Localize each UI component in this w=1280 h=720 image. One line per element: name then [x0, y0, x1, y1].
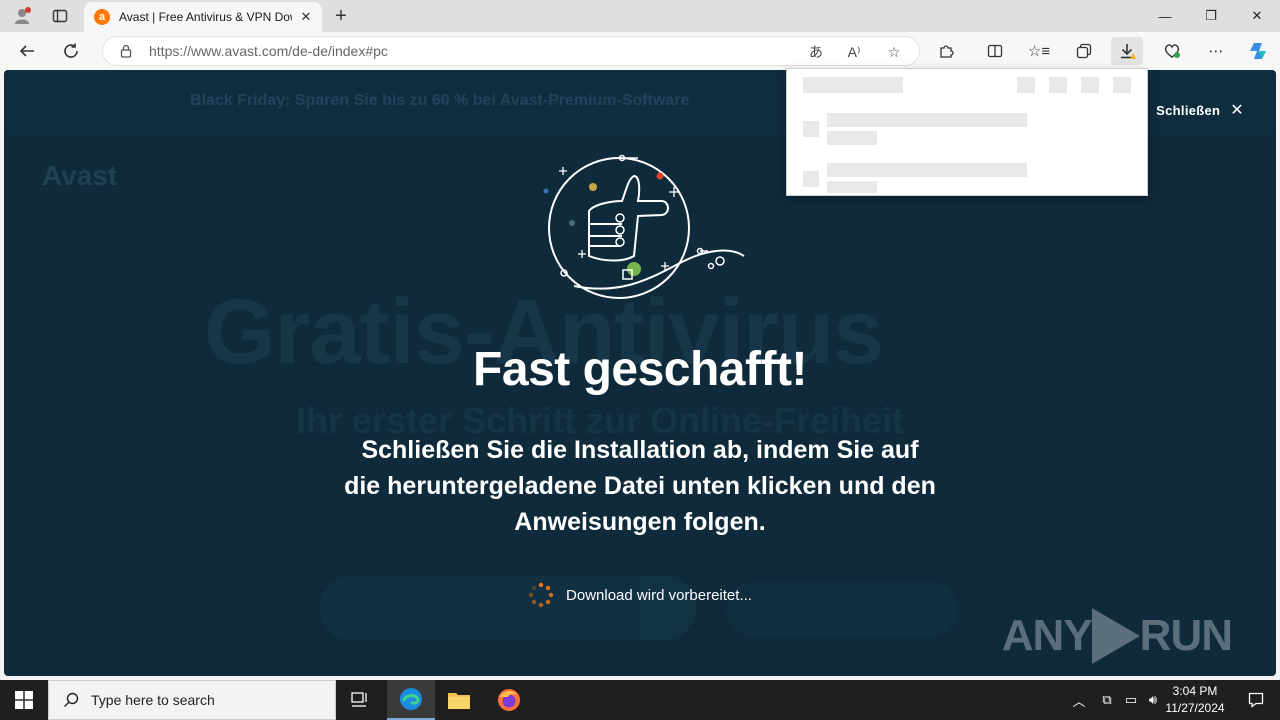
- download-item-icon-placeholder: [803, 171, 819, 187]
- clock-date: 11/27/2024: [1165, 701, 1225, 715]
- network-icon[interactable]: ▭: [1120, 692, 1142, 708]
- restore-button[interactable]: ❐: [1188, 0, 1234, 32]
- close-overlay-label: Schließen: [1156, 102, 1221, 118]
- browser-essentials-icon[interactable]: [1156, 37, 1188, 65]
- back-button[interactable]: [12, 37, 42, 65]
- address-bar[interactable]: https://www.avast.com/de-de/index#pc あ A…: [102, 36, 920, 66]
- thumbs-up-illustration: [543, 154, 745, 299]
- flyout-action-placeholder[interactable]: [1113, 77, 1131, 93]
- watermark-text-left: ANY: [1001, 611, 1093, 660]
- more-options-icon[interactable]: ⋯: [1200, 37, 1232, 65]
- download-item-name-placeholder: [827, 163, 1027, 177]
- profile-icon[interactable]: [6, 4, 38, 28]
- system-tray: ︿ ⧉ ▭ 🔊︎: [1070, 680, 1164, 720]
- translate-icon[interactable]: あ: [803, 42, 829, 62]
- tab-actions-icon[interactable]: [44, 4, 76, 28]
- play-logo-icon: [1091, 608, 1140, 664]
- new-tab-button[interactable]: +: [328, 4, 354, 28]
- url-path: /de-de/index#pc: [288, 43, 388, 59]
- download-item-name-placeholder: [827, 113, 1027, 127]
- firefox-icon: [498, 689, 520, 711]
- download-status-text: Download wird vorbereitet...: [566, 586, 752, 604]
- download-status: Download wird vorbereitet...: [4, 582, 1276, 608]
- refresh-button[interactable]: [56, 37, 86, 65]
- task-view-icon: [351, 692, 367, 707]
- flyout-action-placeholder[interactable]: [1017, 77, 1035, 93]
- search-placeholder: Type here to search: [91, 692, 215, 708]
- download-item-meta-placeholder: [827, 181, 877, 193]
- lock-icon[interactable]: [119, 44, 133, 58]
- taskbar-firefox[interactable]: [485, 680, 533, 720]
- task-view-button[interactable]: [336, 680, 384, 720]
- browser-toolbar: https://www.avast.com/de-de/index#pc あ A…: [0, 32, 1280, 70]
- edge-icon: [400, 688, 422, 710]
- clock-time: 3:04 PM: [1172, 684, 1218, 698]
- network-status-icon[interactable]: ⧉: [1094, 692, 1120, 708]
- split-screen-icon[interactable]: [979, 37, 1011, 65]
- notification-icon: [1248, 692, 1264, 708]
- avast-favicon-icon: a: [94, 9, 110, 25]
- close-window-button[interactable]: ✕: [1234, 0, 1280, 32]
- taskbar-clock[interactable]: 3:04 PM 11/27/2024: [1158, 683, 1232, 717]
- taskbar-edge[interactable]: [387, 680, 435, 720]
- collections-icon[interactable]: [1068, 37, 1100, 65]
- taskbar-file-explorer[interactable]: [435, 680, 483, 720]
- folder-icon: [448, 693, 470, 709]
- start-button[interactable]: [0, 680, 48, 720]
- minimize-button[interactable]: —: [1142, 0, 1188, 32]
- url-prefix: https://www.avast.com: [149, 43, 289, 59]
- flyout-title-placeholder: [803, 77, 903, 93]
- loading-spinner-icon: [528, 582, 554, 608]
- close-overlay-button[interactable]: Schließen ✕: [1156, 100, 1244, 120]
- show-hidden-icons-icon[interactable]: ︿: [1070, 691, 1088, 710]
- favorites-icon[interactable]: ☆≡: [1023, 37, 1055, 65]
- downloads-flyout[interactable]: [786, 68, 1148, 196]
- anyrun-watermark: ANY RUN: [1001, 608, 1233, 664]
- notifications-button[interactable]: [1232, 680, 1280, 720]
- promo-banner-text: Black Friday: Sparen Sie bis zu 60 % bei…: [190, 92, 690, 109]
- taskbar-search[interactable]: Type here to search: [48, 680, 336, 720]
- favorite-star-icon[interactable]: ☆: [881, 42, 907, 62]
- watermark-text-right: RUN: [1139, 611, 1233, 660]
- avast-logo: Avast: [42, 160, 118, 191]
- flyout-action-placeholder[interactable]: [1081, 77, 1099, 93]
- tab-avast[interactable]: a Avast | Free Antivirus & VPN Dow ✕: [84, 2, 322, 32]
- search-icon: [64, 692, 79, 707]
- windows-taskbar: Type here to search ︿ ⧉ ▭ 🔊︎ 3:04 PM 11/…: [0, 680, 1280, 720]
- install-instructions: Schließen Sie die Installation ab, indem…: [344, 436, 936, 536]
- tab-title: Avast | Free Antivirus & VPN Dow: [119, 10, 292, 24]
- flyout-action-placeholder[interactable]: [1049, 77, 1067, 93]
- browser-title-bar: a Avast | Free Antivirus & VPN Dow ✕ + —…: [0, 0, 1280, 32]
- copilot-icon[interactable]: [1242, 37, 1274, 65]
- download-item-meta-placeholder: [827, 131, 877, 145]
- headline: Fast geschafft!: [473, 343, 807, 396]
- extensions-icon[interactable]: [930, 37, 962, 65]
- close-icon: ✕: [1230, 102, 1244, 119]
- downloads-icon[interactable]: [1111, 37, 1143, 65]
- close-tab-icon[interactable]: ✕: [298, 9, 314, 25]
- read-aloud-icon[interactable]: A⁾: [841, 42, 867, 62]
- download-item-icon-placeholder: [803, 121, 819, 137]
- windows-logo-icon: [15, 691, 33, 709]
